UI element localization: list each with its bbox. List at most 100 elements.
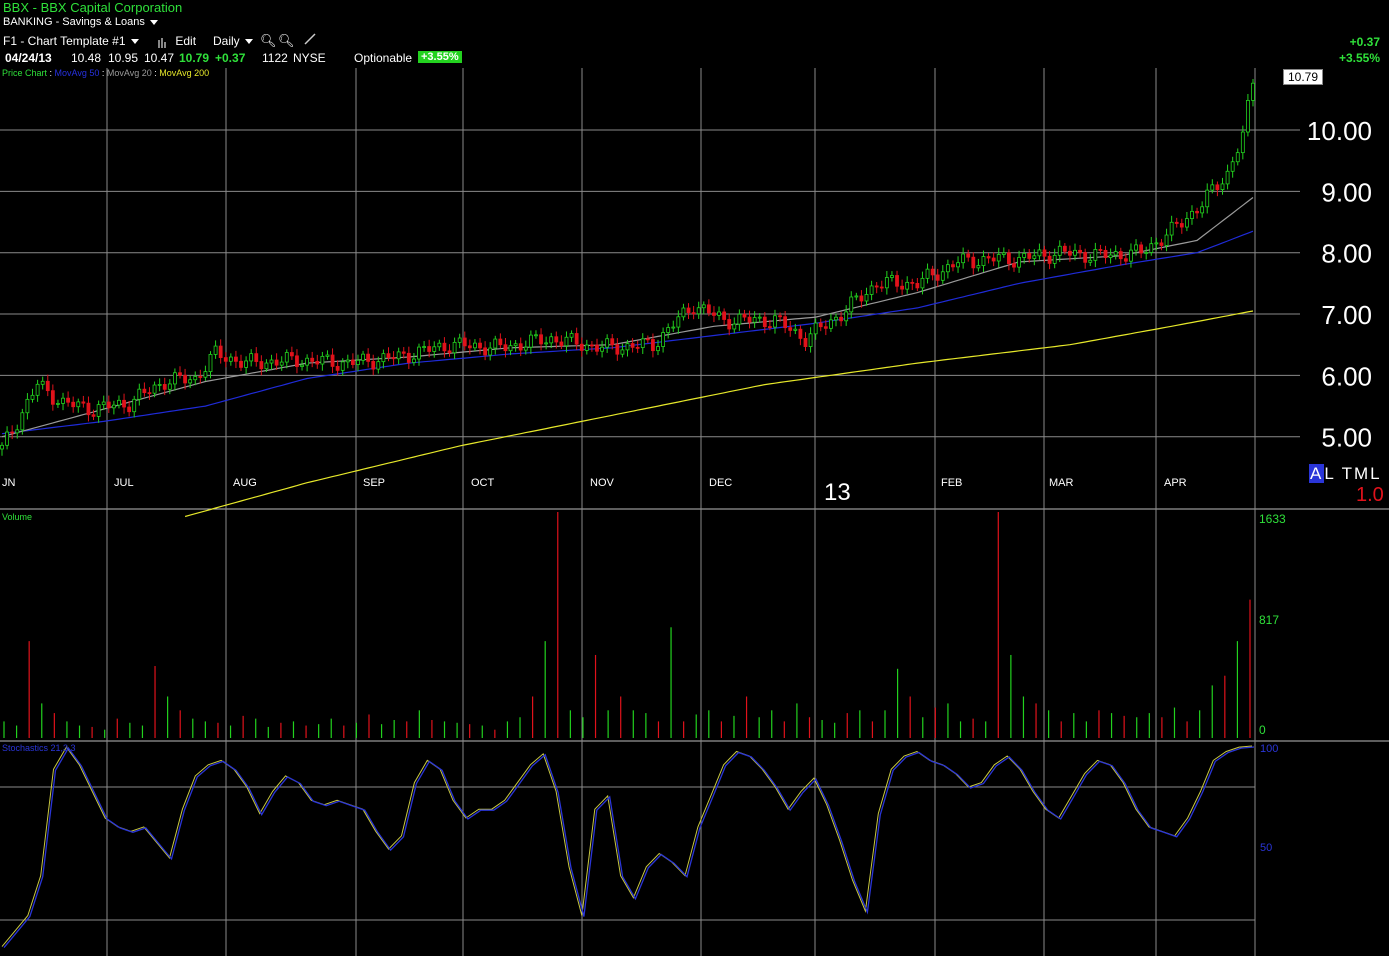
candle-body <box>259 361 264 370</box>
zoom-out-icon[interactable]: 🔍︎ <box>278 33 295 49</box>
industry-label: BANKING - Savings & Loans <box>3 16 145 28</box>
candle-body <box>635 346 640 349</box>
candle-body <box>539 334 543 345</box>
candle-body <box>671 326 676 329</box>
candle-body <box>132 398 137 413</box>
industry-dropdown[interactable]: BANKING - Savings & Loans <box>3 16 158 28</box>
candle-body <box>1210 184 1215 191</box>
candle-body <box>732 323 737 330</box>
legend-price-chart: Price Chart <box>2 68 48 78</box>
candle-body <box>630 343 635 348</box>
candle-body <box>1154 242 1159 245</box>
stoch-slow-line <box>1 745 1253 947</box>
candle-body <box>264 362 269 370</box>
candle-body <box>1088 259 1093 263</box>
candle-body <box>1073 249 1077 256</box>
y-tick-label: 9.00 <box>1321 177 1372 207</box>
candle-body <box>442 342 447 352</box>
candle-body <box>127 406 132 413</box>
draw-line-icon[interactable] <box>303 32 317 46</box>
month-label: SEP <box>363 477 385 489</box>
candle-body <box>686 307 691 314</box>
candle-body <box>676 316 681 328</box>
legend-ma50: MovAvg 50 <box>54 68 100 78</box>
candle-body <box>178 372 182 376</box>
candle-body <box>900 285 905 290</box>
candle-body <box>803 338 808 347</box>
candle-body <box>849 296 854 313</box>
candle-body <box>213 345 218 355</box>
candle-body <box>412 358 416 363</box>
candle-body <box>203 371 208 378</box>
candle-body <box>879 286 884 289</box>
candle-body <box>813 322 818 335</box>
tab-l2[interactable]: L <box>1370 464 1381 483</box>
chevron-down-icon <box>130 39 139 45</box>
quote-close: 10.79 <box>179 51 210 65</box>
candle-body <box>117 399 121 406</box>
candle-body <box>1027 253 1032 259</box>
candle-body <box>0 444 4 450</box>
edit-button[interactable]: Edit <box>158 34 196 48</box>
candle-body <box>513 343 518 347</box>
candle-body <box>234 356 238 362</box>
tab-l[interactable]: L <box>1324 464 1335 483</box>
candle-body <box>569 333 574 338</box>
candle-body <box>986 256 991 259</box>
period-dropdown[interactable]: Daily <box>213 34 253 48</box>
candle-body <box>244 360 248 368</box>
candle-body <box>473 342 477 349</box>
candle-body <box>844 311 849 322</box>
y-tick-label: 6.00 <box>1321 361 1372 391</box>
tab-m[interactable]: M <box>1354 464 1370 483</box>
template-dropdown[interactable]: F1 - Chart Template #1 <box>3 34 139 48</box>
candle-body <box>518 343 523 351</box>
right-pct: +3.55% <box>1338 51 1380 65</box>
month-label: JN <box>2 477 16 489</box>
candle-body <box>666 327 671 333</box>
chevron-down-icon <box>149 19 158 25</box>
ma20-line <box>1 197 1254 438</box>
candle-body <box>951 264 955 268</box>
candle-body <box>620 349 625 355</box>
candle-body <box>447 350 452 354</box>
candle-body <box>503 344 508 352</box>
quote-date: 04/24/13 <box>5 51 52 65</box>
candle-body <box>30 394 35 400</box>
candle-body <box>467 345 472 349</box>
candle-body <box>315 361 320 365</box>
candle-body <box>5 431 9 446</box>
last-price-box: 10.79 <box>1283 69 1324 85</box>
symbol-title[interactable]: BBX - BBX Capital Corporation <box>3 0 182 15</box>
candle-body <box>1246 100 1250 133</box>
tab-a[interactable]: A <box>1309 464 1325 483</box>
candle-body <box>335 366 340 371</box>
candle-body <box>930 268 935 276</box>
candle-body <box>249 353 254 362</box>
candle-body <box>432 346 437 352</box>
candle-body <box>1083 252 1088 263</box>
candle-body <box>183 374 187 384</box>
candle-body <box>452 341 457 354</box>
month-label: APR <box>1164 477 1187 489</box>
candle-body <box>320 355 325 365</box>
candle-body <box>1108 254 1113 258</box>
candle-body <box>254 353 259 362</box>
candle-body <box>274 359 279 366</box>
candle-body <box>890 275 894 278</box>
legend: Price Chart : MovAvg 50 : MovAvg 20 : Mo… <box>2 68 210 78</box>
candle-body <box>737 313 742 325</box>
candle-body <box>905 281 910 290</box>
candle-body <box>91 414 96 417</box>
candle-body <box>284 352 289 363</box>
candle-body <box>651 339 655 352</box>
tab-t[interactable]: T <box>1342 464 1354 483</box>
edit-label: Edit <box>175 34 197 48</box>
zoom-in-icon[interactable]: 🔍︎ <box>260 33 277 49</box>
candle-body <box>188 379 193 384</box>
candle-body <box>1149 243 1154 253</box>
y-tick-label: 8.00 <box>1321 239 1372 269</box>
candle-body <box>81 401 86 404</box>
candle-body <box>391 357 396 360</box>
candle-body <box>645 338 650 341</box>
